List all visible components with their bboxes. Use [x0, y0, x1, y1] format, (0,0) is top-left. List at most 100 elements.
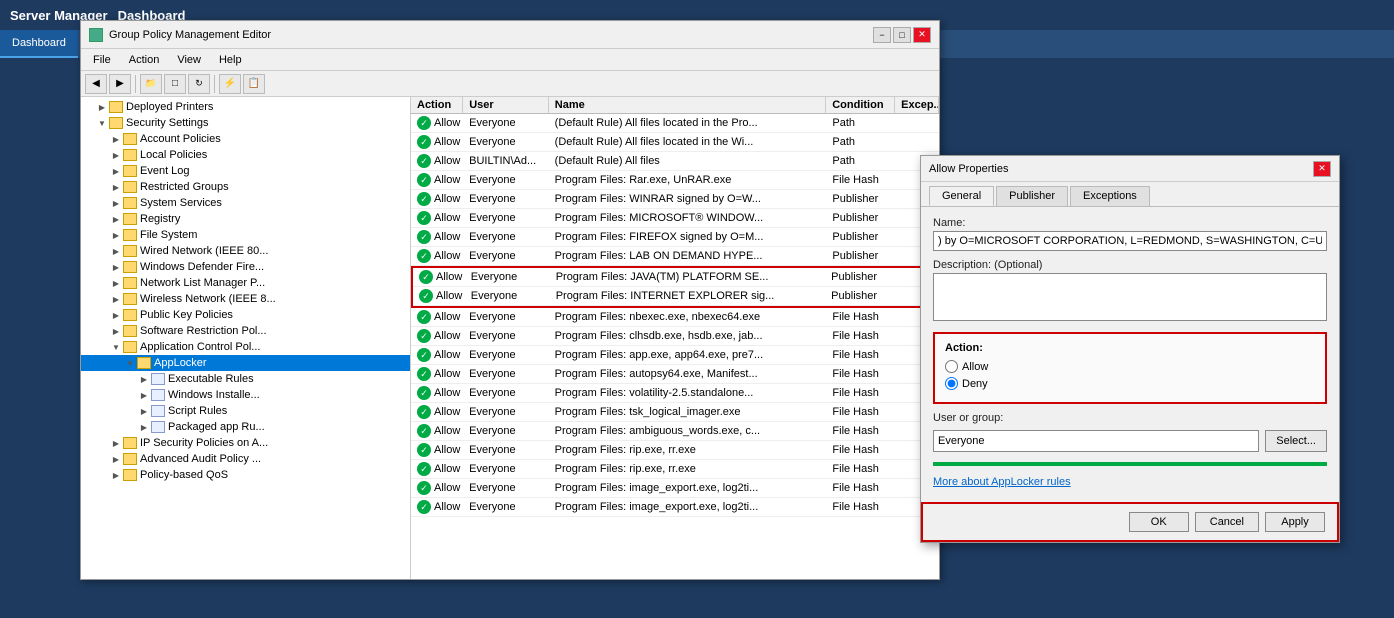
- cancel-button[interactable]: Cancel: [1195, 512, 1259, 532]
- table-row[interactable]: ✓AllowBUILTIN\Ad...(Default Rule) All fi…: [411, 152, 939, 171]
- menu-help[interactable]: Help: [211, 52, 250, 68]
- toolbar-new-window[interactable]: □: [164, 74, 186, 94]
- close-button[interactable]: ✕: [913, 27, 931, 43]
- table-row[interactable]: ✓AllowEveryoneProgram Files: tsk_logical…: [411, 403, 939, 422]
- tab-general[interactable]: General: [929, 186, 994, 206]
- tree-item[interactable]: ▶Network List Manager P...: [81, 275, 410, 291]
- toolbar-refresh[interactable]: ↻: [188, 74, 210, 94]
- table-row[interactable]: ✓AllowEveryoneProgram Files: Rar.exe, Un…: [411, 171, 939, 190]
- minimize-button[interactable]: −: [873, 27, 891, 43]
- tree-expander-icon[interactable]: ▼: [95, 116, 109, 130]
- tree-expander-icon[interactable]: ▶: [109, 292, 123, 306]
- tree-expander-icon[interactable]: ▶: [137, 372, 151, 386]
- table-row[interactable]: ✓AllowEveryoneProgram Files: WINRAR sign…: [411, 190, 939, 209]
- tree-item[interactable]: ▶Wireless Network (IEEE 8...: [81, 291, 410, 307]
- tree-expander-icon[interactable]: ▶: [109, 468, 123, 482]
- table-row[interactable]: ✓AllowEveryoneProgram Files: volatility-…: [411, 384, 939, 403]
- tree-item[interactable]: ▶System Services: [81, 195, 410, 211]
- table-row[interactable]: ✓AllowEveryoneProgram Files: INTERNET EX…: [413, 287, 937, 306]
- tree-expander-icon[interactable]: ▶: [109, 212, 123, 226]
- gpo-list-rows[interactable]: ✓AllowEveryone(Default Rule) All files l…: [411, 114, 939, 579]
- tree-item[interactable]: ▶File System: [81, 227, 410, 243]
- menu-view[interactable]: View: [169, 52, 209, 68]
- tree-item[interactable]: ▼Application Control Pol...: [81, 339, 410, 355]
- table-row[interactable]: ✓AllowEveryoneProgram Files: JAVA(TM) PL…: [413, 268, 937, 287]
- table-row[interactable]: ✓AllowEveryoneProgram Files: app.exe, ap…: [411, 346, 939, 365]
- tree-item[interactable]: ▶Executable Rules: [81, 371, 410, 387]
- table-row[interactable]: ✓AllowEveryoneProgram Files: image_expor…: [411, 479, 939, 498]
- table-row[interactable]: ✓AllowEveryoneProgram Files: MICROSOFT® …: [411, 209, 939, 228]
- tree-expander-icon[interactable]: ▶: [109, 228, 123, 242]
- table-row[interactable]: ✓AllowEveryoneProgram Files: image_expor…: [411, 498, 939, 517]
- user-group-input[interactable]: [933, 430, 1259, 452]
- table-row[interactable]: ✓AllowEveryoneProgram Files: FIREFOX sig…: [411, 228, 939, 247]
- tree-expander-icon[interactable]: ▶: [95, 100, 109, 114]
- col-header-condition[interactable]: Condition: [826, 97, 895, 113]
- tree-item[interactable]: ▶Registry: [81, 211, 410, 227]
- tree-expander-icon[interactable]: ▶: [109, 276, 123, 290]
- select-button[interactable]: Select...: [1265, 430, 1327, 452]
- description-textarea[interactable]: [933, 273, 1327, 321]
- tree-item[interactable]: ▶Public Key Policies: [81, 307, 410, 323]
- tree-item[interactable]: ▶Account Policies: [81, 131, 410, 147]
- table-row[interactable]: ✓AllowEveryoneProgram Files: ambiguous_w…: [411, 422, 939, 441]
- table-row[interactable]: ✓AllowEveryoneProgram Files: LAB ON DEMA…: [411, 247, 939, 266]
- table-row[interactable]: ✓AllowEveryone(Default Rule) All files l…: [411, 133, 939, 152]
- apply-button[interactable]: Apply: [1265, 512, 1325, 532]
- menu-file[interactable]: File: [85, 52, 119, 68]
- maximize-button[interactable]: □: [893, 27, 911, 43]
- tree-item[interactable]: ▶Windows Defender Fire...: [81, 259, 410, 275]
- tree-expander-icon[interactable]: ▶: [137, 388, 151, 402]
- table-row[interactable]: ✓AllowEveryoneProgram Files: rip.exe, rr…: [411, 441, 939, 460]
- tree-expander-icon[interactable]: ▶: [109, 452, 123, 466]
- tree-expander-icon[interactable]: ▶: [109, 164, 123, 178]
- tree-item[interactable]: ▼Security Settings: [81, 115, 410, 131]
- tree-item[interactable]: ▶IP Security Policies on A...: [81, 435, 410, 451]
- toolbar-forward[interactable]: ▶: [109, 74, 131, 94]
- tree-item[interactable]: ▶Restricted Groups: [81, 179, 410, 195]
- toolbar-back[interactable]: ◀: [85, 74, 107, 94]
- menu-action[interactable]: Action: [121, 52, 168, 68]
- tree-item[interactable]: ▶Event Log: [81, 163, 410, 179]
- toolbar-export[interactable]: ⚡: [219, 74, 241, 94]
- nav-dashboard[interactable]: Dashboard: [0, 30, 78, 58]
- tree-expander-icon[interactable]: ▶: [109, 308, 123, 322]
- col-header-name[interactable]: Name: [549, 97, 826, 113]
- tab-exceptions[interactable]: Exceptions: [1070, 186, 1150, 206]
- tree-expander-icon[interactable]: ▶: [137, 404, 151, 418]
- name-input[interactable]: [933, 231, 1327, 251]
- table-row[interactable]: ✓AllowEveryoneProgram Files: nbexec.exe,…: [411, 308, 939, 327]
- table-row[interactable]: ✓AllowEveryone(Default Rule) All files l…: [411, 114, 939, 133]
- tree-item[interactable]: ▶Policy-based QoS: [81, 467, 410, 483]
- tree-expander-icon[interactable]: ▶: [109, 180, 123, 194]
- tree-item[interactable]: ▶Windows Installe...: [81, 387, 410, 403]
- tree-item[interactable]: ▶Packaged app Ru...: [81, 419, 410, 435]
- toolbar-help[interactable]: 📋: [243, 74, 265, 94]
- table-row[interactable]: ✓AllowEveryoneProgram Files: rip.exe, rr…: [411, 460, 939, 479]
- radio-deny[interactable]: [945, 377, 958, 390]
- radio-allow[interactable]: [945, 360, 958, 373]
- tree-item[interactable]: ▶Software Restriction Pol...: [81, 323, 410, 339]
- toolbar-folder-open[interactable]: 📁: [140, 74, 162, 94]
- col-header-except[interactable]: Excep...: [895, 97, 939, 113]
- tree-item[interactable]: ▶Wired Network (IEEE 80...: [81, 243, 410, 259]
- col-header-action[interactable]: Action: [411, 97, 463, 113]
- tree-item[interactable]: ▶Script Rules: [81, 403, 410, 419]
- gpo-tree-panel[interactable]: ▶Deployed Printers▼Security Settings▶Acc…: [81, 97, 411, 579]
- tree-item[interactable]: ▶Advanced Audit Policy ...: [81, 451, 410, 467]
- tree-item[interactable]: ▼AppLocker: [81, 355, 410, 371]
- tree-expander-icon[interactable]: ▶: [109, 260, 123, 274]
- tree-item[interactable]: ▶Deployed Printers: [81, 99, 410, 115]
- col-header-user[interactable]: User: [463, 97, 549, 113]
- tree-expander-icon[interactable]: ▶: [109, 132, 123, 146]
- tree-item[interactable]: ▶Local Policies: [81, 147, 410, 163]
- tree-expander-icon[interactable]: ▼: [109, 340, 123, 354]
- tab-publisher[interactable]: Publisher: [996, 186, 1068, 206]
- dialog-close-button[interactable]: ✕: [1313, 161, 1331, 177]
- ok-button[interactable]: OK: [1129, 512, 1189, 532]
- tree-expander-icon[interactable]: ▼: [123, 356, 137, 370]
- tree-expander-icon[interactable]: ▶: [109, 324, 123, 338]
- table-row[interactable]: ✓AllowEveryoneProgram Files: clhsdb.exe,…: [411, 327, 939, 346]
- table-row[interactable]: ✓AllowEveryoneProgram Files: autopsy64.e…: [411, 365, 939, 384]
- more-about-link[interactable]: More about AppLocker rules: [933, 476, 1327, 488]
